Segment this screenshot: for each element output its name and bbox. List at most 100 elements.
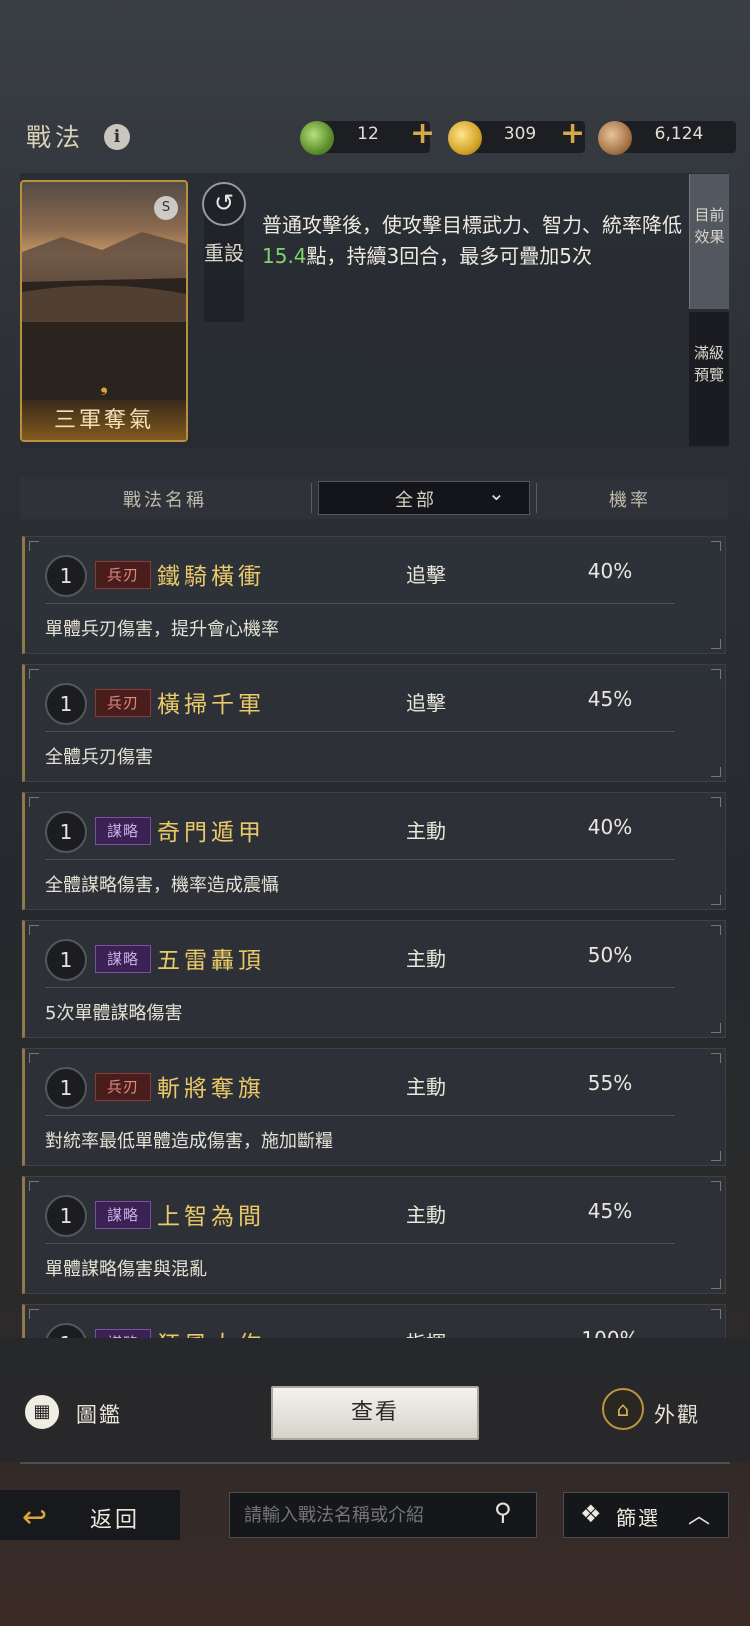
tactic-rate: 100% — [565, 1327, 655, 1338]
appearance-button[interactable]: 外觀 — [654, 1399, 700, 1429]
tactic-type: 主動 — [406, 1075, 446, 1099]
corner-ornament — [29, 925, 39, 935]
tactic-level: 1 — [45, 1067, 87, 1109]
corner-ornament — [29, 797, 39, 807]
tactic-tag: 謀略 — [95, 1329, 151, 1338]
page-title: 戰法 — [26, 123, 85, 152]
currency-copper-value: 6,124 — [654, 124, 704, 144]
atlas-icon[interactable]: ▦ — [22, 1392, 62, 1432]
tactic-rate: 55% — [587, 1071, 633, 1095]
tactic-type: 追擊 — [406, 563, 446, 587]
corner-ornament — [711, 541, 721, 551]
corner-ornament — [29, 1181, 39, 1191]
corner-ornament — [29, 1309, 39, 1319]
tactic-tag: 兵刃 — [95, 561, 151, 589]
filter-label[interactable]: 篩選 — [616, 1502, 660, 1531]
tactic-name: 奇門遁甲 — [157, 820, 265, 846]
tactic-level: 1 — [45, 683, 87, 725]
desc-value: 15.4 — [262, 244, 307, 268]
tactic-level: 1 — [45, 1323, 87, 1338]
corner-ornament — [711, 895, 721, 905]
tactic-level: 1 — [45, 939, 87, 981]
row-divider — [45, 731, 675, 732]
tactic-type: 主動 — [406, 819, 446, 843]
tactic-name: 鐵騎橫衝 — [157, 564, 265, 590]
currency-jade-value: 12 — [357, 124, 379, 144]
header-divider — [536, 483, 537, 513]
corner-ornament — [711, 767, 721, 777]
add-jade-button[interactable]: + — [410, 116, 435, 151]
tactic-desc: 全體兵刃傷害 — [45, 747, 153, 768]
tactic-rate: 40% — [587, 559, 633, 583]
tab-current-effect[interactable]: 目前效果 — [689, 174, 729, 309]
chevron-down-icon[interactable]: ⌄ — [488, 481, 505, 505]
card-name: 三軍奪氣 — [53, 408, 154, 433]
tactic-name: 橫掃千軍 — [157, 692, 265, 718]
tactic-type: 主動 — [406, 947, 446, 971]
corner-ornament — [29, 1053, 39, 1063]
jade-coin-icon — [300, 121, 334, 155]
corner-ornament — [711, 1023, 721, 1033]
appearance-icon[interactable]: ⌂ — [602, 1388, 644, 1430]
atlas-button[interactable]: 圖鑑 — [76, 1399, 122, 1429]
tactic-tag: 謀略 — [95, 817, 151, 845]
view-button[interactable]: 查看 — [271, 1386, 479, 1440]
corner-ornament — [711, 1053, 721, 1063]
tactic-row[interactable]: 1 謀略 上智為間 主動 45% 單體謀略傷害與混亂 — [22, 1176, 726, 1294]
tactic-tag: 謀略 — [95, 1201, 151, 1229]
gold-coin-icon — [448, 121, 482, 155]
tactic-type: 主動 — [406, 1203, 446, 1227]
row-divider — [45, 987, 675, 988]
tactic-row[interactable]: 1 謀略 五雷轟頂 主動 50% 5次單體謀略傷害 — [22, 920, 726, 1038]
filter-icon[interactable]: ❖ — [580, 1500, 602, 1528]
reset-label[interactable]: 重設 — [204, 238, 244, 268]
desc-before: 普通攻擊後，使攻擊目標武力、智力、統率降低 — [262, 213, 682, 237]
tactic-tag: 謀略 — [95, 945, 151, 973]
add-gold-button[interactable]: + — [560, 116, 585, 151]
tactic-level: 1 — [45, 1195, 87, 1237]
corner-ornament — [29, 669, 39, 679]
back-label[interactable]: 返回 — [90, 1502, 140, 1534]
tactic-card[interactable]: S ❟ 三軍奪氣 — [20, 180, 188, 442]
tactic-desc: 單體兵刃傷害，提升會心機率 — [45, 619, 279, 640]
tactic-row[interactable]: 1 謀略 奇門遁甲 主動 40% 全體謀略傷害，機率造成震懾 — [22, 792, 726, 910]
corner-ornament — [29, 541, 39, 551]
tactic-desc: 5次單體謀略傷害 — [45, 1003, 183, 1024]
tactic-rate: 50% — [587, 943, 633, 967]
back-arrow-icon[interactable]: ↩ — [22, 1500, 47, 1535]
tactic-row[interactable]: 1 謀略 狂風大作 指揮 100% — [22, 1304, 726, 1338]
tactic-rate: 45% — [587, 1199, 633, 1223]
search-input[interactable] — [229, 1492, 537, 1538]
currency-gold-value: 309 — [503, 124, 537, 144]
column-header-rate: 機率 — [609, 490, 651, 511]
tactic-desc: 單體謀略傷害與混亂 — [45, 1259, 207, 1280]
tactic-row[interactable]: 1 兵刃 斬將奪旗 主動 55% 對統率最低單體造成傷害，施加斷糧 — [22, 1048, 726, 1166]
tactic-row[interactable]: 1 兵刃 鐵騎橫衝 追擊 40% 單體兵刃傷害，提升會心機率 — [22, 536, 726, 654]
card-mark-icon: ❟ — [100, 372, 108, 396]
tactic-rate: 40% — [587, 815, 633, 839]
tab-max-level-preview[interactable]: 滿級預覽 — [689, 312, 729, 446]
tactic-list[interactable]: 1 兵刃 鐵騎橫衝 追擊 40% 單體兵刃傷害，提升會心機率 1 兵刃 橫掃千軍… — [22, 536, 728, 1338]
tactic-name: 狂風大作 — [157, 1325, 265, 1338]
search-icon[interactable]: ⚲ — [494, 1498, 512, 1526]
row-divider — [45, 603, 675, 604]
tactic-name: 斬將奪旗 — [157, 1076, 265, 1102]
corner-ornament — [711, 1181, 721, 1191]
tactic-row[interactable]: 1 兵刃 橫掃千軍 追擊 45% 全體兵刃傷害 — [22, 664, 726, 782]
tactic-description: 普通攻擊後，使攻擊目標武力、智力、統率降低 15.4點，持續3回合，最多可疊加5次 — [262, 210, 682, 272]
info-icon[interactable]: i — [104, 124, 130, 150]
corner-ornament — [711, 1279, 721, 1289]
tactic-tag: 兵刃 — [95, 1073, 151, 1101]
tactic-tag: 兵刃 — [95, 689, 151, 717]
tactic-desc: 全體謀略傷害，機率造成震懾 — [45, 875, 279, 896]
corner-ornament — [711, 925, 721, 935]
chevron-up-icon[interactable]: ︿ — [688, 1498, 710, 1530]
category-dropdown-label[interactable]: 全部 — [318, 486, 514, 512]
corner-ornament — [711, 1309, 721, 1319]
tactic-level: 1 — [45, 811, 87, 853]
copper-coin-icon — [598, 121, 632, 155]
corner-ornament — [711, 797, 721, 807]
corner-ornament — [711, 1151, 721, 1161]
tactic-level: 1 — [45, 555, 87, 597]
reset-icon[interactable]: ↺ — [202, 182, 246, 226]
